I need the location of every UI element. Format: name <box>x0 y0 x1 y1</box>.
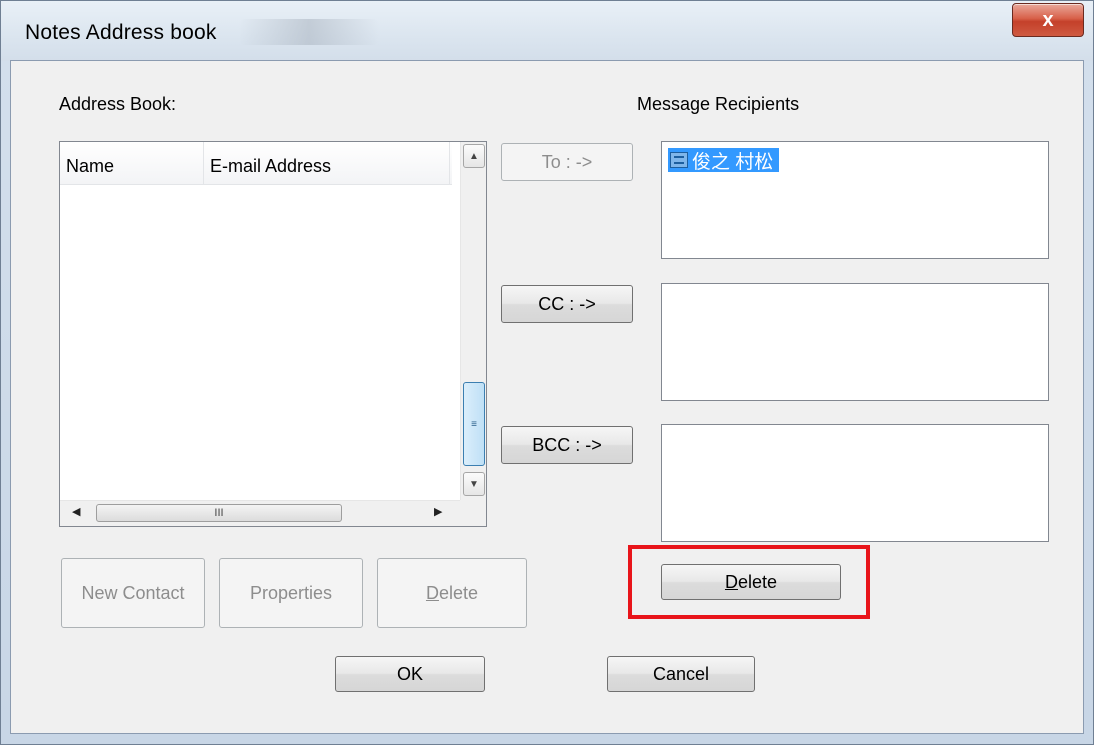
contact-delete-button[interactable]: Delete <box>377 558 527 628</box>
recipient-item-selected[interactable]: 俊之 村松 <box>668 148 780 173</box>
cancel-button[interactable]: Cancel <box>607 656 755 692</box>
close-button[interactable]: x <box>1012 3 1084 37</box>
title-bar: Notes Address book x <box>1 1 1093 61</box>
grip-icon: ≡ <box>471 418 477 430</box>
address-book-label: Address Book: <box>59 94 177 114</box>
vertical-scrollbar[interactable]: ▲ ≡ ▼ <box>460 142 486 500</box>
dialog-client-area: Address Book: Message Recipients Name E-… <box>10 60 1084 734</box>
scroll-down-arrow-icon[interactable]: ▼ <box>463 472 485 496</box>
add-cc-button[interactable]: CC : -> <box>501 285 633 323</box>
close-icon: x <box>1042 8 1054 31</box>
address-book-list[interactable]: Name E-mail Address ▲ ≡ ▼ ◀ III ▶ <box>59 141 487 527</box>
scroll-left-arrow-icon[interactable]: ◀ <box>72 505 80 518</box>
message-recipients-label: Message Recipients <box>637 94 800 114</box>
ok-button[interactable]: OK <box>335 656 485 692</box>
add-bcc-button[interactable]: BCC : -> <box>501 426 633 464</box>
horizontal-scrollbar[interactable]: ◀ III ▶ <box>60 500 460 526</box>
properties-button[interactable]: Properties <box>219 558 363 628</box>
bcc-recipients-list[interactable] <box>661 424 1049 542</box>
horizontal-scroll-thumb[interactable]: III <box>96 504 342 522</box>
recipient-name: 俊之 村松 <box>692 151 774 173</box>
title-blur-region <box>239 19 379 45</box>
to-recipients-list[interactable]: 俊之 村松 <box>661 141 1049 259</box>
scrollbar-corner <box>460 500 486 526</box>
scroll-up-arrow-icon[interactable]: ▲ <box>463 144 485 168</box>
list-header: Name E-mail Address <box>60 142 452 185</box>
contact-delete-label: elete <box>438 582 479 603</box>
vertical-scroll-thumb[interactable]: ≡ <box>463 382 485 466</box>
column-header-name[interactable]: Name <box>60 142 204 184</box>
column-header-email[interactable]: E-mail Address <box>204 142 450 184</box>
window-title: Notes Address book <box>25 21 217 44</box>
delete-button-highlight <box>628 545 870 619</box>
contact-card-icon <box>670 152 688 168</box>
grip-icon: III <box>214 507 224 519</box>
scroll-right-arrow-icon[interactable]: ▶ <box>434 505 442 518</box>
contact-delete-mnemonic: D <box>425 582 439 603</box>
add-to-button[interactable]: To : -> <box>501 143 633 181</box>
new-contact-button[interactable]: New Contact <box>61 558 205 628</box>
cc-recipients-list[interactable] <box>661 283 1049 401</box>
